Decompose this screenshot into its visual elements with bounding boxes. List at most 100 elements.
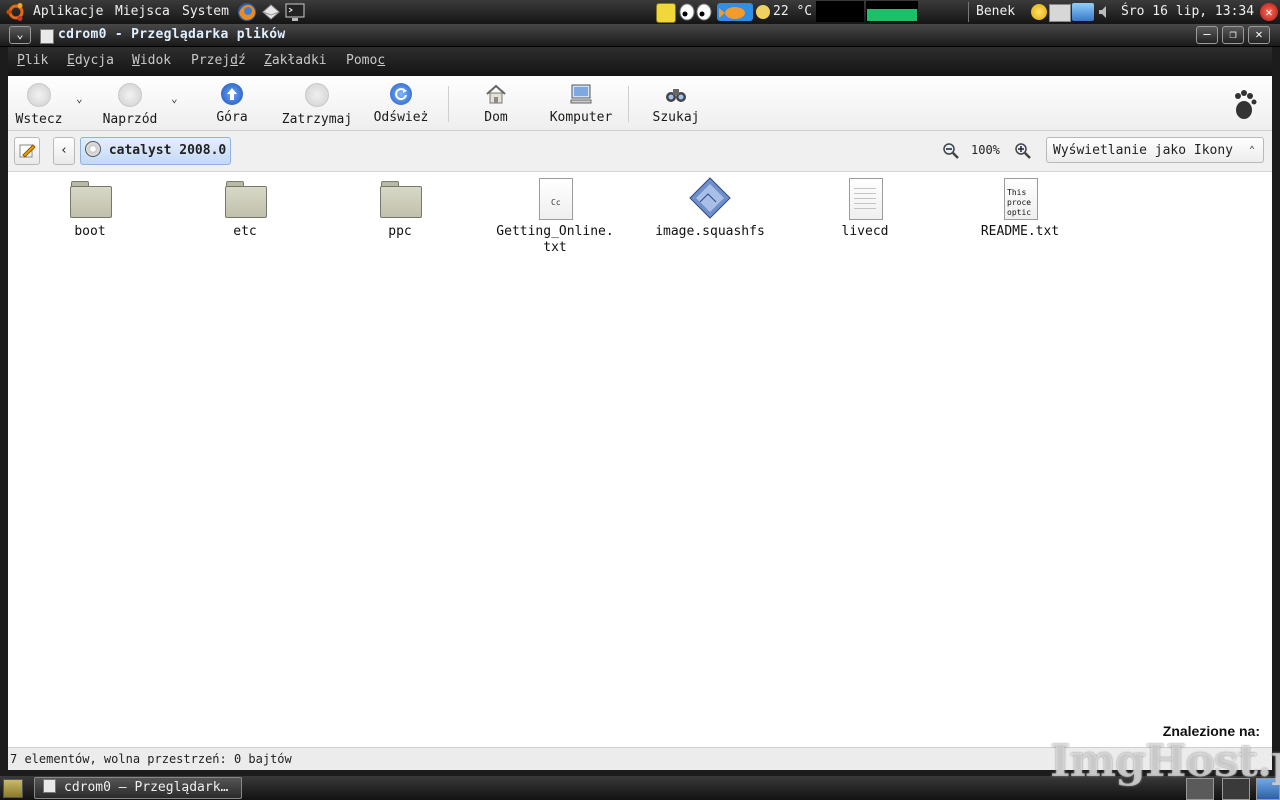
menu-item-4[interactable]: Zakładki xyxy=(264,53,327,68)
toolbar-separator xyxy=(628,86,629,122)
shutdown-icon[interactable]: ✕ xyxy=(1260,3,1278,21)
menu-item-5[interactable]: Pomoc xyxy=(346,53,385,68)
menu-item-0[interactable]: Plik xyxy=(17,53,48,68)
file-name: livecd xyxy=(841,224,889,239)
text-preview-icon: This proce optic xyxy=(998,176,1042,220)
file-item-getting-online[interactable]: Cc Getting_Online.txt xyxy=(490,176,620,256)
cdrom-icon xyxy=(85,141,101,157)
network-monitor-graph[interactable] xyxy=(866,1,918,22)
view-mode-value: Wyświetlanie jako Ikony xyxy=(1053,143,1234,158)
search-button[interactable]: Szukaj xyxy=(648,80,704,125)
path-button-current[interactable]: catalyst 2008.0 xyxy=(80,137,232,165)
file-icon-view[interactable]: boot etc ppc Cc Getting_Online.txt image… xyxy=(8,172,1272,747)
path-button-label: catalyst 2008.0 xyxy=(108,143,227,158)
firefox-icon[interactable] xyxy=(236,1,258,23)
fish-icon[interactable] xyxy=(717,3,753,21)
window-titlebar[interactable]: ⌄ cdrom0 - Przeglądarka plików – ❐ ✕ xyxy=(0,24,1280,47)
file-item-image-squashfs[interactable]: image.squashfs xyxy=(645,176,775,240)
weather-icon[interactable] xyxy=(756,5,770,19)
menu-label-part: akładki xyxy=(271,53,327,68)
menu-label-part: dycja xyxy=(74,53,114,68)
forward-history-dropdown-icon[interactable]: ⌄ xyxy=(171,92,178,105)
file-item-readme[interactable]: This proce optic README.txt xyxy=(955,176,1085,240)
panel-separator xyxy=(968,2,969,22)
computer-icon xyxy=(570,83,592,105)
menu-label-part: ź xyxy=(237,53,246,68)
toggle-location-entry-button[interactable] xyxy=(14,137,40,165)
show-desktop-icon[interactable] xyxy=(3,779,23,798)
up-button[interactable]: Góra xyxy=(208,80,256,125)
window-icon xyxy=(40,29,54,44)
maximize-button[interactable]: ❐ xyxy=(1222,26,1244,44)
zoom-in-icon[interactable] xyxy=(1014,142,1032,164)
text-file-icon: Cc xyxy=(533,176,577,220)
user-name[interactable]: Benek xyxy=(976,4,1015,20)
status-text: 7 elementów, wolna przestrzeń: 0 bajtów xyxy=(10,752,292,766)
computer-label: Komputer xyxy=(549,110,613,125)
search-label: Szukaj xyxy=(652,110,700,125)
stop-icon xyxy=(305,83,329,107)
forward-label: Naprzód xyxy=(102,112,158,127)
file-item-ppc[interactable]: ppc xyxy=(335,176,465,240)
folder-icon xyxy=(223,176,267,220)
back-button[interactable]: Wstecz xyxy=(12,80,66,127)
menu-label-part: Pomo xyxy=(346,53,378,68)
menu-item-3[interactable]: Przejdź xyxy=(191,53,246,68)
forward-button[interactable]: Naprzód xyxy=(98,80,162,127)
network-icon[interactable] xyxy=(1049,4,1071,22)
minimize-button[interactable]: – xyxy=(1196,26,1218,44)
weather-temperature[interactable]: 22 °C xyxy=(773,4,812,20)
menu-item-1[interactable]: Edycja xyxy=(67,53,114,68)
folder-icon xyxy=(68,176,112,220)
back-label: Wstecz xyxy=(15,112,63,127)
preview-line: This xyxy=(1007,188,1027,197)
notes-icon[interactable] xyxy=(656,3,676,23)
home-button[interactable]: Dom xyxy=(474,80,518,125)
menu-applications[interactable]: Aplikacje xyxy=(33,4,103,20)
zoom-out-icon[interactable] xyxy=(942,142,960,164)
zoom-level[interactable]: 100% xyxy=(971,143,1000,157)
file-item-livecd[interactable]: livecd xyxy=(800,176,930,240)
file-name: README.txt xyxy=(980,224,1060,239)
taskbar-window-label: cdrom0 – Przeglądark… xyxy=(64,780,229,795)
view-mode-select[interactable]: Wyświetlanie jako Ikony ⌃ xyxy=(1046,137,1264,163)
menu-system[interactable]: System xyxy=(182,4,229,20)
volume-icon[interactable] xyxy=(1098,5,1110,19)
top-panel: Aplikacje Miejsca System 22 °C Benek Śro… xyxy=(0,0,1280,24)
folder-icon xyxy=(378,176,422,220)
computer-button[interactable]: Komputer xyxy=(544,80,618,125)
taskbar-window-button[interactable]: cdrom0 – Przeglądark… xyxy=(34,777,242,799)
close-button[interactable]: ✕ xyxy=(1248,26,1270,44)
stop-label: Zatrzymaj xyxy=(281,112,353,127)
menubar: Plik Edycja Widok Przejdź Zakładki Pomoc xyxy=(8,47,1272,76)
home-label: Dom xyxy=(484,110,508,125)
clock[interactable]: Śro 16 lip, 13:34 xyxy=(1121,4,1254,20)
menu-item-2[interactable]: Widok xyxy=(132,53,171,68)
blank-file-icon xyxy=(843,176,887,220)
brightness-icon[interactable] xyxy=(1031,4,1047,20)
text-file-icon-glyph: Cc xyxy=(551,198,561,207)
preview-line: optic xyxy=(1007,208,1032,217)
terminal-icon[interactable] xyxy=(285,2,305,22)
update-notifier-icon[interactable] xyxy=(1072,3,1094,21)
file-name: Getting_Online.txt xyxy=(496,224,614,255)
system-monitor-graph[interactable] xyxy=(816,1,864,22)
path-scroll-left-button[interactable]: ‹ xyxy=(53,137,75,165)
reload-button[interactable]: Odśwież xyxy=(370,80,432,125)
menu-mnemonic: W xyxy=(132,53,140,68)
menu-places[interactable]: Miejsca xyxy=(115,4,170,20)
file-item-boot[interactable]: boot xyxy=(25,176,155,240)
network-usage-bar xyxy=(867,9,917,21)
back-history-dropdown-icon[interactable]: ⌄ xyxy=(76,92,83,105)
toolbar: Wstecz ⌄ Naprzód ⌄ Góra Zatrzymaj Odświe… xyxy=(8,76,1272,131)
location-bar: ‹ catalyst 2008.0 100% Wyświetlanie jako… xyxy=(8,131,1272,172)
file-name: ppc xyxy=(388,224,412,239)
file-item-etc[interactable]: etc xyxy=(180,176,310,240)
window-menu-button[interactable]: ⌄ xyxy=(9,26,31,44)
menu-mnemonic: E xyxy=(67,53,75,68)
stop-button[interactable]: Zatrzymaj xyxy=(278,80,356,127)
forward-arrow-icon xyxy=(118,83,142,107)
ubuntu-logo-icon[interactable] xyxy=(6,2,26,22)
mail-icon[interactable] xyxy=(261,3,281,21)
eyes-icon xyxy=(678,3,714,21)
